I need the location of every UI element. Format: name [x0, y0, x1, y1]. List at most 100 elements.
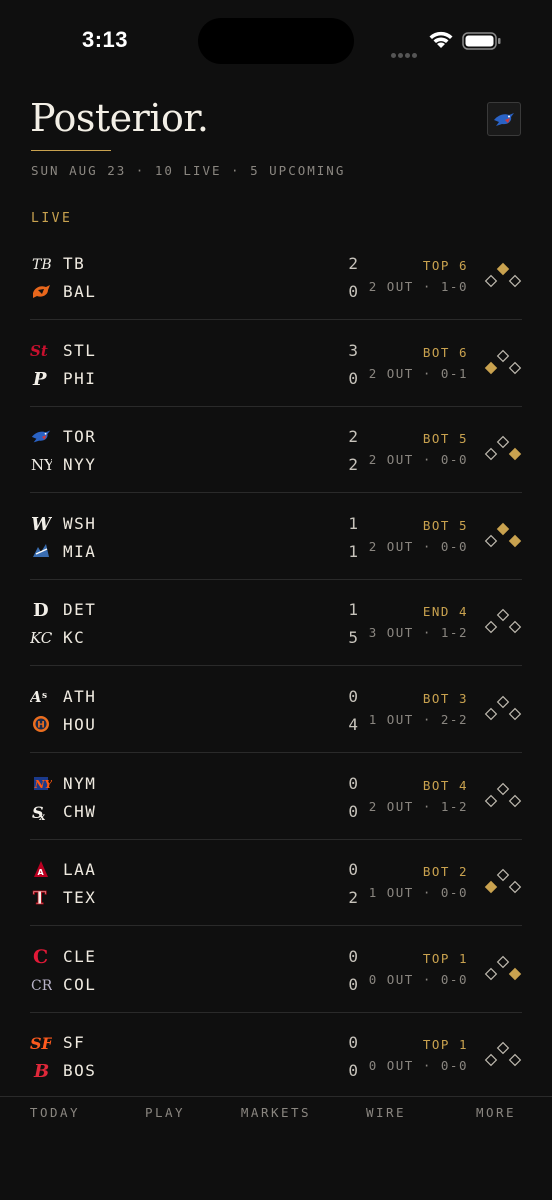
away-team-abbr: TB: [63, 254, 86, 273]
third-base-icon: [484, 274, 498, 288]
inning-status: BOT 6: [422, 344, 468, 360]
outs-count: 1 OUT · 0-0: [368, 885, 468, 901]
inning-status: BOT 5: [422, 431, 468, 447]
game-row[interactable]: TB TB 2 BAL 0 TOP 6 2 OUT · 1-0: [30, 233, 522, 320]
outs-count: 2 OUT · 0-1: [368, 365, 468, 381]
outs-count: 2 OUT · 1-0: [368, 279, 468, 294]
live-section-label: LIVE: [31, 211, 73, 226]
home-team-score: 5: [348, 628, 358, 648]
blue-jays-logo-icon: [30, 425, 52, 447]
outs-count: 2 OUT · 0-0: [368, 538, 468, 554]
bases-diamond-icon: [484, 609, 522, 634]
bases-diamond-icon: [484, 435, 522, 461]
date-summary: SUN AUG 23 · 10 LIVE · 5 UPCOMING: [31, 163, 346, 178]
home-team: MIA 1: [30, 537, 370, 565]
game-row[interactable]: NY NYM 0 Sx CHW 0 BOT 4 2 OUT · 1-2: [30, 753, 522, 840]
first-base-icon: [508, 794, 522, 807]
cardinals-logo-icon: St: [30, 339, 52, 361]
wifi-icon: [429, 31, 453, 48]
home-team-score: 0: [348, 1061, 358, 1081]
bases-diamond-icon: [484, 782, 522, 807]
away-team: A LAA 0: [30, 855, 370, 883]
second-base-icon: [496, 522, 510, 536]
home-team: P PHI 0: [30, 364, 370, 392]
outs-count: 3 OUT · 1-2: [368, 625, 468, 641]
home-team-score: 0: [348, 974, 358, 994]
away-team-score: 0: [348, 946, 358, 966]
inning-status: BOT 3: [422, 691, 468, 706]
game-row[interactable]: As ATH 0 H HOU 4 BOT 3 1 OUT · 2-2: [30, 666, 522, 753]
second-base-icon: [496, 262, 510, 276]
home-team-abbr: BOS: [63, 1061, 97, 1081]
tab-play[interactable]: PLAY: [115, 1105, 215, 1120]
home-team-score: 0: [348, 282, 358, 301]
favorite-team-button[interactable]: [487, 102, 521, 136]
inning-status: TOP 1: [422, 950, 468, 966]
game-row[interactable]: SF SF 0 B BOS 0 TOP 1 0 OUT · 0-0: [30, 1012, 522, 1100]
home-team-score: 0: [348, 368, 358, 388]
angels-logo-icon: A: [30, 858, 52, 880]
first-base-icon: [508, 534, 522, 548]
inning-status: TOP 1: [422, 1037, 468, 1053]
giants-logo-icon: SF: [30, 1031, 52, 1053]
tab-wire[interactable]: WIRE: [336, 1105, 436, 1120]
third-base-icon: [484, 1054, 498, 1067]
third-base-icon: [484, 967, 498, 981]
game-row[interactable]: St STL 3 P PHI 0 BOT 6 2 OUT · 0-1: [30, 320, 522, 407]
away-team-score: 1: [348, 513, 358, 533]
away-team: TOR 2: [30, 422, 370, 450]
game-row[interactable]: D DET 1 KC KC 5 END 4 3 OUT · 1-2: [30, 579, 522, 667]
away-team-abbr: CLE: [63, 946, 97, 966]
yankees-logo-icon: NY: [30, 453, 52, 475]
title-underline: [31, 150, 111, 151]
blue-jays-logo-icon: [494, 113, 514, 126]
away-team-score: 0: [348, 1033, 358, 1053]
home-team: B BOS 0: [30, 1056, 370, 1084]
first-base-icon: [508, 361, 522, 374]
away-team-score: 0: [348, 860, 358, 880]
away-team: TB TB 2: [30, 249, 370, 277]
third-base-icon: [484, 880, 498, 894]
home-team: Sx CHW 0: [30, 797, 370, 825]
marlins-logo-icon: [30, 540, 52, 562]
game-row[interactable]: TOR 2 NY NYY 2 BOT 5 2 OUT · 0-0: [30, 406, 522, 494]
first-base-icon: [508, 967, 522, 981]
away-team-abbr: WSH: [63, 513, 97, 533]
game-row[interactable]: W WSH 1 MIA 1 BOT 5 2 OUT · 0-0: [30, 493, 522, 580]
rockies-logo-icon: CR: [30, 973, 52, 995]
tab-bar: TODAY PLAY MARKETS WIRE MORE: [0, 1096, 552, 1200]
app-title: Posterior.: [30, 96, 209, 140]
inning-status: END 4: [422, 604, 468, 620]
outs-count: 2 OUT · 1-2: [368, 798, 468, 814]
inning-status: BOT 4: [422, 777, 468, 793]
second-base-icon: [496, 695, 510, 709]
away-team-score: 0: [348, 687, 358, 706]
svg-text:A: A: [30, 688, 42, 706]
svg-text:D: D: [33, 600, 49, 620]
status-time: 3:13: [82, 27, 129, 52]
home-team: CR COL 0: [30, 970, 370, 998]
tab-today[interactable]: TODAY: [5, 1105, 105, 1120]
game-row[interactable]: A LAA 0 T TEX 2 BOT 2 1 OUT · 0-0: [30, 839, 522, 927]
rangers-logo-icon: T: [30, 886, 52, 908]
game-row[interactable]: C CLE 0 CR COL 0 TOP 1 0 OUT · 0-0: [30, 926, 522, 1013]
bases-diamond-icon: [484, 868, 522, 894]
first-base-icon: [508, 880, 522, 894]
battery-icon: [462, 32, 501, 50]
tab-more[interactable]: MORE: [446, 1105, 546, 1120]
second-base-icon: [496, 349, 510, 362]
away-team: C CLE 0: [30, 942, 370, 970]
outs-count: 1 OUT · 2-2: [368, 712, 468, 727]
tigers-logo-icon: D: [30, 598, 52, 620]
home-team-abbr: COL: [63, 974, 97, 994]
svg-text:NY: NY: [34, 778, 53, 791]
away-team-abbr: ATH: [63, 687, 97, 706]
home-team-abbr: CHW: [63, 801, 97, 821]
astros-logo-icon: H: [30, 713, 52, 735]
third-base-icon: [484, 621, 498, 634]
home-team: KC KC 5: [30, 623, 370, 651]
bases-diamond-icon: [484, 522, 522, 548]
tab-markets[interactable]: MARKETS: [226, 1105, 326, 1120]
home-team-abbr: KC: [63, 628, 86, 648]
away-team-abbr: STL: [63, 340, 97, 360]
